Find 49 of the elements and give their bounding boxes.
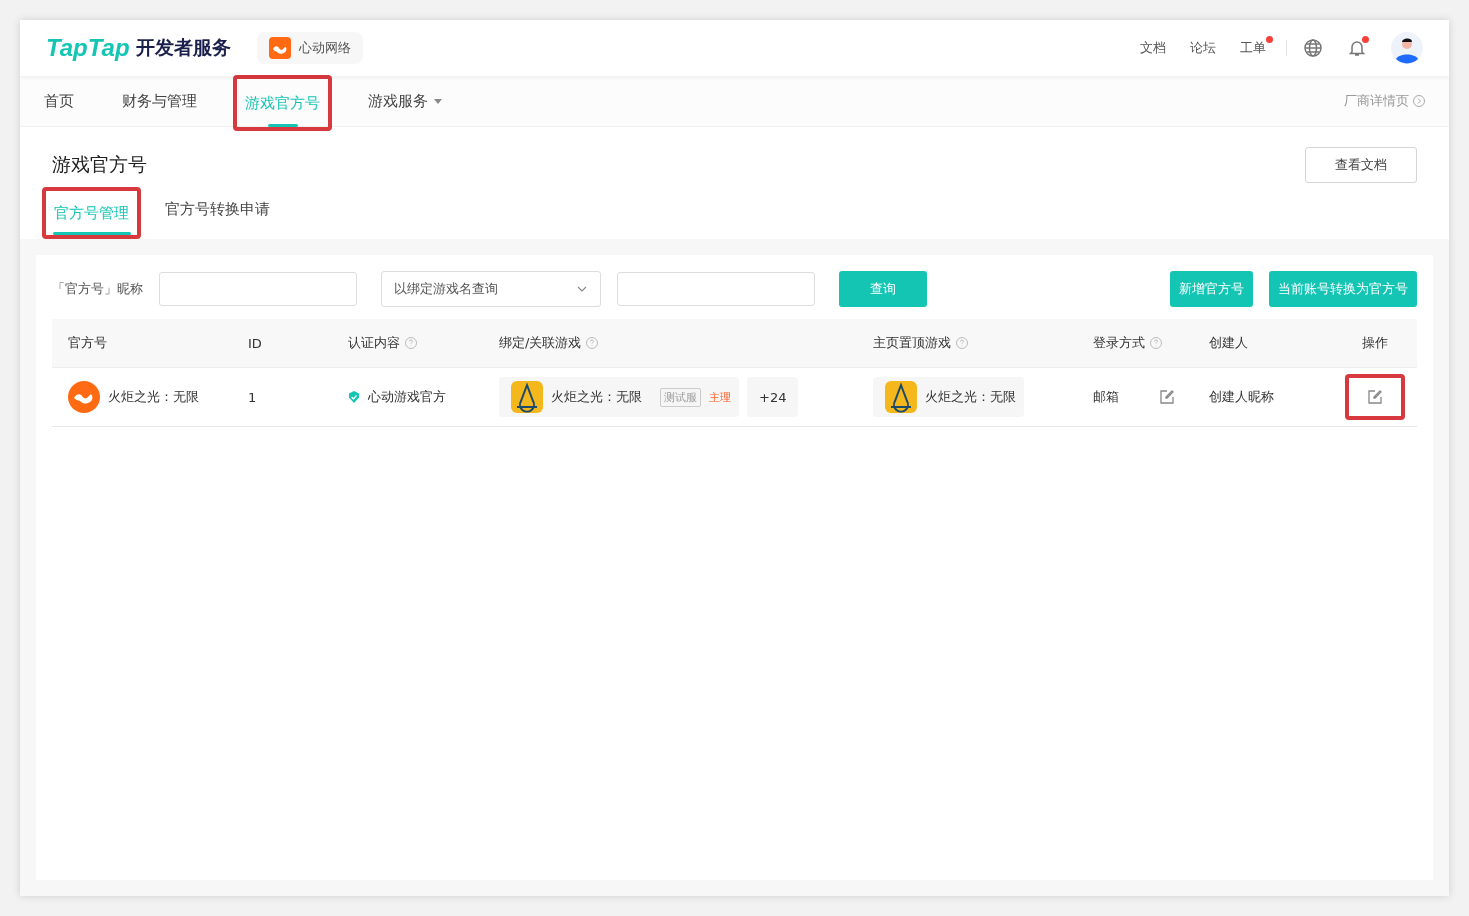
organization-switcher[interactable]: 心动网络 xyxy=(256,32,363,64)
more-games-count[interactable]: +24 xyxy=(747,377,799,417)
column-header: 绑定/关联游戏 xyxy=(499,334,582,352)
header-link[interactable]: 工单 xyxy=(1240,39,1266,57)
header-link[interactable]: 论坛 xyxy=(1190,39,1216,57)
account-logo-icon xyxy=(68,381,100,413)
game-icon xyxy=(511,381,543,413)
nickname-input-field[interactable] xyxy=(159,272,357,306)
table-cell: 1 xyxy=(248,389,257,405)
game-name: 火炬之光：无限 xyxy=(925,388,1016,406)
caret-icon xyxy=(434,98,442,104)
globe-icon[interactable] xyxy=(1303,38,1323,58)
nickname-label: 「官方号」昵称 xyxy=(52,280,143,298)
nav-tab[interactable]: 游戏服务 xyxy=(368,76,442,126)
account-name: 火炬之光：无限 xyxy=(108,388,199,406)
help-icon[interactable] xyxy=(405,337,417,349)
column-header: 主页置顶游戏 xyxy=(873,334,951,352)
column-header: ID xyxy=(248,335,262,351)
creator-name: 创建人昵称 xyxy=(1209,388,1274,406)
game-search-dropdown[interactable]: 以绑定游戏名查询 xyxy=(381,271,601,307)
brand-subtitle: 开发者服务 xyxy=(135,35,231,60)
chevron-circle-icon xyxy=(1413,95,1425,107)
role-label: 主理 xyxy=(709,389,731,405)
game-icon xyxy=(885,381,917,413)
help-icon[interactable] xyxy=(956,337,968,349)
column-header: 创建人 xyxy=(1209,334,1248,352)
view-docs-button[interactable]: 查看文档 xyxy=(1305,147,1417,183)
column-header: 登录方式 xyxy=(1093,334,1145,352)
verified-shield-icon xyxy=(348,391,360,403)
header-link[interactable]: 文档 xyxy=(1140,39,1166,57)
avatar-silhouette-icon[interactable] xyxy=(1391,32,1423,64)
column-header: 操作 xyxy=(1362,334,1388,352)
page-tab[interactable]: 官方号转换申请 xyxy=(163,187,272,231)
game-name-input-field[interactable] xyxy=(617,272,815,306)
column-header: 官方号 xyxy=(68,334,107,352)
nav-tab[interactable]: 首页 xyxy=(44,76,74,126)
organization-logo-icon xyxy=(268,37,291,59)
column-header: 认证内容 xyxy=(348,334,400,352)
login-method: 邮箱 xyxy=(1093,388,1119,406)
test-server-tag: 测试服 xyxy=(660,387,701,407)
edit-icon[interactable] xyxy=(1159,389,1175,405)
nav-tab[interactable]: 财务与管理 xyxy=(122,76,197,126)
certification-text: 心动游戏官方 xyxy=(368,388,446,406)
bell-icon[interactable] xyxy=(1347,38,1367,58)
edit-icon[interactable] xyxy=(1367,389,1383,405)
game-name: 火炬之光：无限 xyxy=(551,388,642,406)
help-icon[interactable] xyxy=(586,337,599,349)
help-icon[interactable] xyxy=(1150,337,1162,349)
page-title: 游戏官方号 xyxy=(52,152,147,177)
